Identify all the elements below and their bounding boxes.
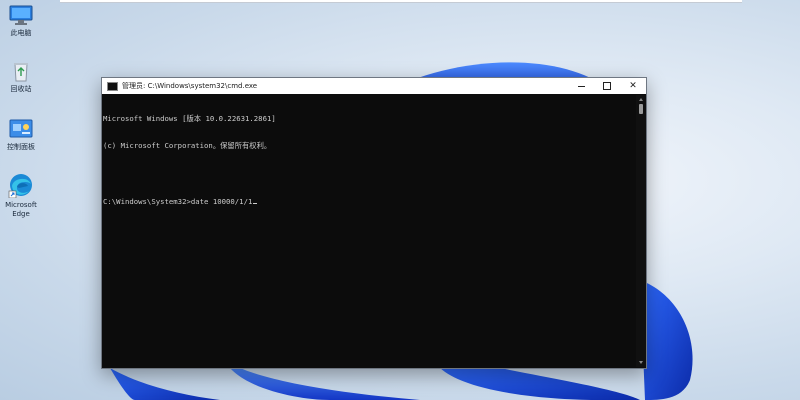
text-cursor [253, 202, 258, 205]
desktop-icon-label: 控制面板 [7, 143, 35, 151]
console-command: C:\Windows\System32>date 10000/1/1 [103, 197, 253, 207]
recycle-bin-icon [14, 63, 28, 82]
desktop-icon-label: 此电脑 [10, 29, 32, 37]
cmd-window[interactable]: 管理员: C:\Windows\system32\cmd.exe ✕ Micro… [101, 77, 647, 369]
console-line: (c) Microsoft Corporation。保留所有权利。 [103, 141, 272, 151]
window-controls: ✕ [568, 78, 646, 94]
desktop-icon-edge[interactable]: Microsoft Edge [2, 172, 40, 219]
control-panel-icon [9, 119, 33, 138]
console-line: Microsoft Windows [版本 10.0.22631.2861] [103, 113, 276, 123]
minimize-button[interactable] [568, 78, 594, 94]
desktop-icon-label: 回收站 [10, 85, 32, 93]
desktop-icon-control-panel[interactable]: 控制面板 [2, 118, 40, 152]
cmd-icon [107, 81, 118, 91]
close-button[interactable]: ✕ [620, 78, 646, 94]
computer-icon [9, 5, 33, 25]
desktop-icon-recycle-bin[interactable]: 回收站 [2, 60, 40, 94]
scroll-down-arrow-icon[interactable] [639, 361, 643, 364]
desktop-icon-label: Microsoft Edge [5, 201, 37, 218]
console-output[interactable]: Microsoft Windows [版本 10.0.22631.2861] (… [103, 95, 635, 367]
title-bar[interactable]: 管理员: C:\Windows\system32\cmd.exe ✕ [102, 78, 646, 94]
close-icon: ✕ [629, 81, 637, 91]
minimize-icon [577, 85, 585, 87]
maximize-button[interactable] [594, 78, 620, 94]
console-prompt-line: C:\Windows\System32>date 10000/1/1 [103, 197, 635, 206]
vertical-scrollbar[interactable] [636, 95, 646, 367]
desktop-icon-this-pc[interactable]: 此电脑 [2, 4, 40, 38]
scroll-up-arrow-icon[interactable] [639, 98, 643, 101]
maximize-icon [603, 82, 611, 90]
scroll-thumb[interactable] [639, 104, 643, 114]
window-title: 管理员: C:\Windows\system32\cmd.exe [122, 82, 258, 90]
edge-icon [8, 174, 32, 198]
